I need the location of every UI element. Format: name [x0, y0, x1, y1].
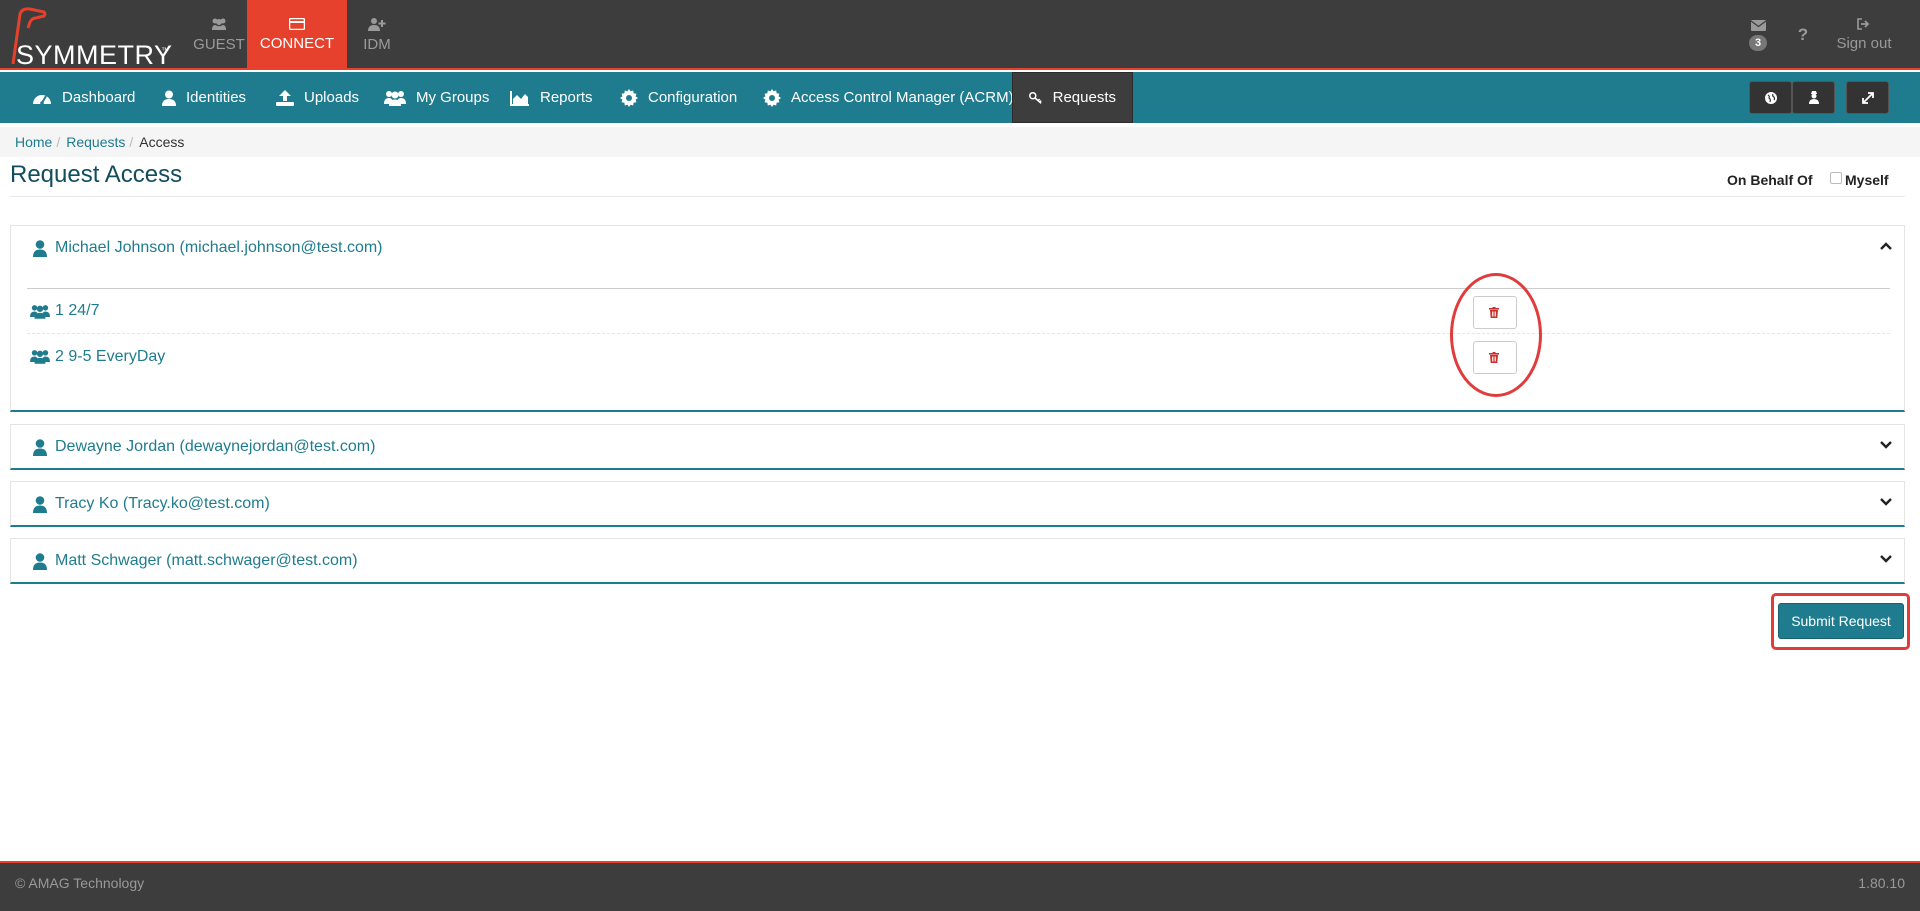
user-plus-icon — [368, 18, 386, 31]
nav-acrm[interactable]: Access Control Manager (ACRM) — [763, 72, 1014, 123]
logo-trademark: ™ — [161, 46, 169, 55]
key-icon — [1029, 91, 1042, 104]
request-panel-header[interactable]: Dewayne Jordan (dewaynejordan@test.com) — [11, 425, 1904, 469]
footer-copyright: © AMAG Technology — [15, 875, 145, 891]
breadcrumb-home[interactable]: Home — [15, 134, 52, 150]
request-panel-collapsed: Tracy Ko (Tracy.ko@test.com) — [10, 481, 1905, 527]
nav-reports[interactable]: Reports — [510, 72, 593, 123]
breadcrumb-requests[interactable]: Requests — [66, 134, 125, 150]
app-tab-connect[interactable]: CONNECT — [247, 0, 347, 70]
request-panel-header[interactable]: Tracy Ko (Tracy.ko@test.com) — [11, 482, 1904, 526]
nav-my-groups-label: My Groups — [416, 89, 490, 106]
nav-requests-label: Requests — [1052, 89, 1116, 106]
language-button[interactable] — [1749, 81, 1792, 114]
request-panel-header[interactable]: Michael Johnson (michael.johnson@test.co… — [11, 226, 1904, 270]
user-icon — [33, 239, 47, 257]
group-icon — [30, 350, 50, 364]
gear-icon — [763, 88, 781, 107]
nav-uploads-label: Uploads — [304, 89, 360, 106]
nav-my-groups[interactable]: My Groups — [384, 72, 489, 123]
list-item: 2 9-5 EveryDay — [27, 334, 1890, 379]
user-profile-button[interactable] — [1792, 81, 1835, 114]
user-icon — [33, 552, 47, 570]
footer: © AMAG Technology 1.80.10 — [0, 861, 1920, 911]
request-panel-collapsed: Dewayne Jordan (dewaynejordan@test.com) — [10, 424, 1905, 470]
expand-icon — [1861, 91, 1874, 104]
app-tab-guest-label: GUEST — [193, 36, 245, 53]
user-icon — [33, 495, 47, 513]
user-icon — [33, 438, 47, 456]
submit-request-button[interactable]: Submit Request — [1778, 603, 1904, 639]
users-icon — [212, 18, 226, 30]
nav-configuration-label: Configuration — [648, 89, 738, 106]
group-name: 1 24/7 — [55, 302, 100, 319]
footer-version: 1.80.10 — [1858, 875, 1905, 891]
area-chart-icon — [510, 90, 529, 106]
logo-text: SYMMETRY — [16, 40, 173, 70]
globe-icon — [1764, 91, 1777, 104]
myself-checkbox-label[interactable]: Myself — [1830, 172, 1889, 188]
requestee-name: Dewayne Jordan (dewaynejordan@test.com) — [55, 438, 376, 455]
group-name: 2 9-5 EveryDay — [55, 347, 166, 365]
nav-dashboard-label: Dashboard — [62, 89, 136, 106]
user-icon — [162, 90, 176, 106]
credit-card-icon — [289, 18, 305, 30]
app-tab-idm[interactable]: IDM — [347, 0, 407, 70]
nav-uploads[interactable]: Uploads — [276, 72, 359, 123]
messages-button[interactable]: 3 — [1740, 0, 1776, 70]
on-behalf-of-label: On Behalf Of — [1727, 172, 1813, 188]
request-panel-header[interactable]: Matt Schwager (matt.schwager@test.com) — [11, 539, 1904, 583]
request-panel-collapsed: Matt Schwager (matt.schwager@test.com) — [10, 538, 1905, 584]
help-button[interactable]: ? — [1790, 0, 1816, 70]
user-secret-icon — [1808, 91, 1819, 104]
top-bar: SYMMETRY ™ GUEST CONNECT IDM 3 ? Sign ou… — [0, 0, 1920, 70]
breadcrumb-separator: / — [56, 134, 61, 150]
sign-out-button[interactable]: Sign out — [1832, 0, 1896, 70]
page-title: Request Access — [10, 161, 183, 188]
chevron-down-icon[interactable] — [1880, 498, 1892, 506]
fullscreen-button[interactable] — [1846, 81, 1889, 114]
sign-out-label: Sign out — [1836, 35, 1892, 52]
question-icon: ? — [1797, 25, 1809, 44]
app-tab-connect-label: CONNECT — [259, 35, 335, 52]
app-tab-idm-label: IDM — [363, 36, 391, 53]
chevron-down-icon[interactable] — [1880, 555, 1892, 563]
messages-count-badge: 3 — [1748, 34, 1768, 51]
requestee-name: Tracy Ko (Tracy.ko@test.com) — [55, 495, 270, 512]
nav-acrm-label: Access Control Manager (ACRM) — [791, 89, 1014, 106]
nav-identities[interactable]: Identities — [162, 72, 246, 123]
breadcrumb: Home / Requests / Access — [0, 127, 1920, 157]
requested-groups-list: 1 24/7 2 9-5 EveryDay — [27, 288, 1890, 379]
nav-reports-label: Reports — [540, 89, 593, 106]
chevron-up-icon[interactable] — [1880, 242, 1892, 250]
group-icon — [30, 304, 50, 319]
list-item: 1 24/7 — [27, 289, 1890, 334]
nav-identities-label: Identities — [186, 89, 247, 106]
nav-configuration[interactable]: Configuration — [620, 72, 737, 123]
dashboard-icon — [33, 94, 51, 105]
nav-dashboard[interactable]: Dashboard — [32, 72, 135, 123]
myself-checkbox[interactable] — [1830, 172, 1842, 184]
group-icon — [384, 90, 406, 106]
main-nav: Dashboard Identities Uploads My Groups R… — [0, 72, 1920, 123]
requestee-name: Michael Johnson (michael.johnson@test.co… — [55, 239, 383, 256]
requestee-name: Matt Schwager (matt.schwager@test.com) — [55, 552, 358, 569]
myself-label: Myself — [1845, 172, 1889, 188]
header-divider — [10, 196, 1905, 197]
nav-requests[interactable]: Requests — [1012, 72, 1133, 123]
symmetry-logo[interactable]: SYMMETRY ™ — [8, 6, 172, 70]
upload-icon — [276, 89, 294, 106]
gear-icon — [620, 88, 638, 107]
sign-out-icon — [1857, 18, 1870, 30]
chevron-down-icon[interactable] — [1880, 441, 1892, 449]
envelope-icon — [1750, 19, 1766, 31]
breadcrumb-separator: / — [129, 134, 134, 150]
breadcrumb-current: Access — [139, 134, 185, 150]
request-panel-expanded: Michael Johnson (michael.johnson@test.co… — [10, 225, 1905, 412]
highlight-circle — [1450, 273, 1542, 397]
